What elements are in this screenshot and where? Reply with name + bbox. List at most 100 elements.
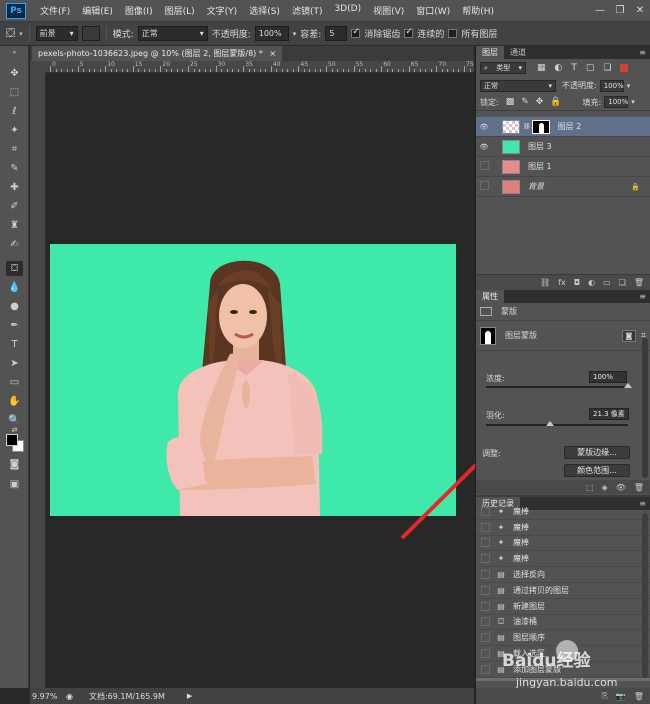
menu-item-4[interactable]: 文字(Y) [201,4,244,17]
history-item[interactable]: ✦ 魔棒 [476,504,650,520]
feather-slider-thumb[interactable] [545,421,554,426]
foreground-color-swatch[interactable] [6,434,18,446]
type-tool-icon[interactable]: T [6,337,23,352]
blur-tool-icon[interactable]: 💧 [6,280,23,295]
feather-input[interactable]: 21.3 像素 [589,408,629,420]
new-layer-icon[interactable]: ❏ [619,278,626,287]
fx-icon[interactable]: fx [558,278,566,287]
pattern-picker[interactable] [81,26,100,41]
history-source-box[interactable] [481,649,490,659]
trash-icon[interactable]: 🗑 [634,692,644,701]
history-source-box[interactable] [481,633,490,643]
status-menu-arrow-icon[interactable]: ▶ [187,692,192,700]
history-item[interactable]: ▤ 选择反向 [476,567,650,583]
blend-mode-select[interactable]: 正常 ▾ [480,79,556,92]
filter-shape-icon[interactable]: ▢ [586,63,595,73]
all-layers-checkbox[interactable] [448,29,458,38]
trash-icon[interactable]: 🗑 [634,483,644,492]
canvas-area[interactable] [47,74,520,688]
panel-menu-icon[interactable]: ≡ [639,290,650,303]
history-source-box[interactable] [481,585,490,595]
hand-tool-icon[interactable]: ✋ [6,394,23,409]
color-range-button[interactable]: 颜色范围... [564,464,630,477]
path-selection-tool-icon[interactable]: ➤ [6,356,23,371]
screen-mode-icon[interactable]: ▣ [6,477,23,492]
clone-stamp-tool-icon[interactable]: ♜ [6,218,23,233]
filter-smart-object-icon[interactable]: ❑ [603,63,611,73]
minimize-button[interactable]: — [590,0,610,22]
fill-source-select[interactable]: 前景 ▾ [35,26,78,41]
document-tab[interactable]: pexels-photo-1036623.jpeg @ 10% (图层 2, 图… [32,46,283,61]
filter-kind-select[interactable]: ⌕ 类型 ▾ [480,62,526,74]
fill-input[interactable]: 100% [604,96,628,108]
lasso-tool-icon[interactable]: ℓ [6,104,23,119]
visibility-toggle[interactable] [476,181,492,192]
history-source-box[interactable] [481,664,490,674]
visibility-toggle[interactable] [476,161,492,172]
select-pixel-mask-icon[interactable]: ◙ [621,329,636,342]
history-source-box[interactable] [481,506,490,516]
history-source-box[interactable] [481,554,490,564]
history-item[interactable]: ▤ 通过拷贝的图层 [476,583,650,599]
menu-item-8[interactable]: 视图(V) [367,4,410,17]
paint-bucket-tool-icon[interactable]: ⛋ [6,26,15,41]
history-item[interactable]: ⛋ 油漆桶 [476,615,650,631]
mode-select[interactable]: 正常 ▾ [137,26,208,41]
lock-image-icon[interactable]: ✎ [521,97,529,107]
layer-opacity-input[interactable]: 100% [599,79,624,92]
history-source-box[interactable] [481,601,490,611]
menu-item-6[interactable]: 滤镜(T) [286,4,329,17]
eye-icon[interactable]: 👁 [476,123,492,131]
load-selection-icon[interactable]: ⬚ [586,483,594,492]
menu-item-10[interactable]: 帮助(H) [456,4,500,17]
history-item[interactable]: ✦ 魔棒 [476,551,650,568]
menu-item-3[interactable]: 图层(L) [159,4,201,17]
filter-type-icon[interactable]: T [571,63,577,73]
antialias-checkbox[interactable] [351,27,361,38]
filter-adjustment-icon[interactable]: ◐ [555,63,563,73]
magic-wand-tool-icon[interactable]: ✦ [6,123,23,138]
layer-row[interactable]: 背景 🔒 [476,177,650,197]
contiguous-checkbox[interactable] [404,27,414,38]
restore-button[interactable]: ❐ [610,0,630,22]
folder-icon[interactable]: ▭ [603,278,611,287]
feather-slider-track[interactable] [486,424,628,426]
history-item[interactable]: ✦ 魔棒 [476,520,650,536]
status-icon[interactable]: ◉ [66,692,73,701]
tolerance-input[interactable]: 5 [325,26,348,41]
brush-tool-icon[interactable]: ✐ [6,199,23,214]
mask-link-icon[interactable]: ⛓ [523,123,531,130]
toolbar-grip-icon[interactable]: » [6,50,23,56]
history-brush-tool-icon[interactable]: ✍ [6,237,23,252]
link-icon[interactable]: ⛓ [540,278,550,287]
tool-preset-dropdown[interactable]: ▾ [19,30,23,38]
density-slider-track[interactable] [486,386,628,388]
eye-icon[interactable]: 👁 [476,143,492,151]
properties-scrollbar[interactable] [642,338,648,478]
crop-tool-icon[interactable]: ⌗ [6,142,23,157]
history-source-box[interactable] [481,522,490,532]
history-item[interactable]: ✦ 魔棒 [476,536,650,552]
history-scrollbar[interactable] [642,513,648,678]
layer-row[interactable]: 👁 ⛓ 图层 2 [476,117,650,137]
fill-dropdown-icon[interactable]: ▾ [631,98,635,106]
adjustment-icon[interactable]: ◐ [588,278,595,287]
history-source-box[interactable] [481,538,490,548]
lock-position-icon[interactable]: ✥ [536,97,544,107]
history-source-box[interactable] [481,617,490,627]
eyedropper-tool-icon[interactable]: ✎ [6,161,23,176]
close-button[interactable]: ✕ [630,0,650,22]
tab-layers[interactable]: 图层 [476,46,504,59]
trash-icon[interactable]: 🗑 [634,278,644,287]
rectangle-tool-icon[interactable]: ▭ [6,375,23,390]
menu-item-7[interactable]: 3D(D) [328,4,367,17]
paint-bucket-tool-icon[interactable]: ⛋ [6,261,23,276]
history-item[interactable]: ▤ 新建图层 [476,599,650,615]
history-source-box[interactable] [481,570,490,580]
zoom-level[interactable]: 9.97% [30,692,62,701]
menu-item-0[interactable]: 文件(F) [34,4,76,17]
tab-properties[interactable]: 属性 [476,290,504,303]
quick-mask-icon[interactable]: ◙ [6,457,23,472]
apply-mask-icon[interactable]: ◈ [602,483,608,492]
mask-edge-button[interactable]: 蒙版边缘... [564,446,630,459]
